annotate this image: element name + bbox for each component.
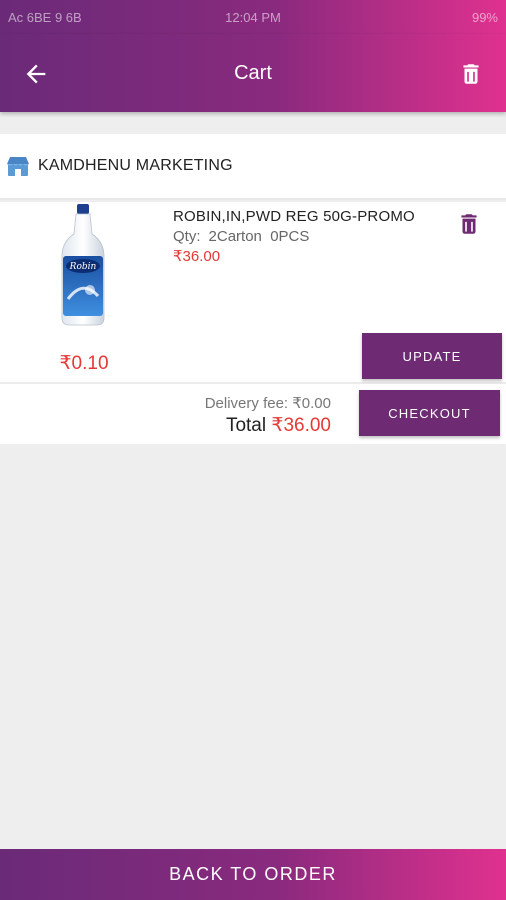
trash-icon — [463, 64, 479, 84]
page-title: Cart — [234, 61, 272, 84]
qty-label: Qty: — [173, 228, 201, 245]
qty-value: 2Carton 0PCS — [208, 228, 310, 245]
delivery-fee: Delivery fee: ₹0.00 — [204, 395, 331, 412]
store-icon — [7, 157, 29, 176]
total-label: Total — [225, 415, 267, 436]
cart-item: Robin ₹0.10 ROBIN,IN,PWD REG 50G-PROMO Q… — [0, 202, 506, 384]
item-name: ROBIN,IN,PWD REG 50G-PROMO — [173, 208, 415, 225]
order-summary: Delivery fee: ₹0.00 Total ₹36.00 CHECKOU… — [0, 384, 506, 444]
checkout-button[interactable]: CHECKOUT — [359, 390, 500, 436]
item-price: ₹36.00 — [173, 248, 221, 265]
seller-name: KAMDHENU MARKETING — [38, 157, 233, 174]
status-time: 12:04 PM — [225, 9, 281, 25]
product-image[interactable]: Robin — [58, 204, 108, 326]
unit-price: ₹0.10 — [59, 353, 109, 374]
item-quantity: Qty: 2Carton 0PCS — [173, 228, 309, 245]
update-button[interactable]: UPDATE — [362, 333, 502, 379]
clear-cart-button[interactable] — [456, 58, 486, 90]
seller-header: KAMDHENU MARKETING — [0, 134, 506, 200]
product-brand-label: Robin — [69, 262, 97, 272]
total-line: Total ₹36.00 — [226, 414, 331, 437]
arrow-left-icon — [26, 64, 46, 84]
back-button[interactable] — [20, 58, 52, 90]
status-bar: Ac 6BE 9 6B 12:04 PM 99% — [0, 0, 506, 34]
back-to-order-button[interactable]: BACK TO ORDER — [0, 849, 506, 900]
total-value: ₹36.00 — [271, 415, 331, 436]
trash-icon[interactable] — [456, 210, 482, 238]
app-bar: Cart — [0, 34, 506, 112]
